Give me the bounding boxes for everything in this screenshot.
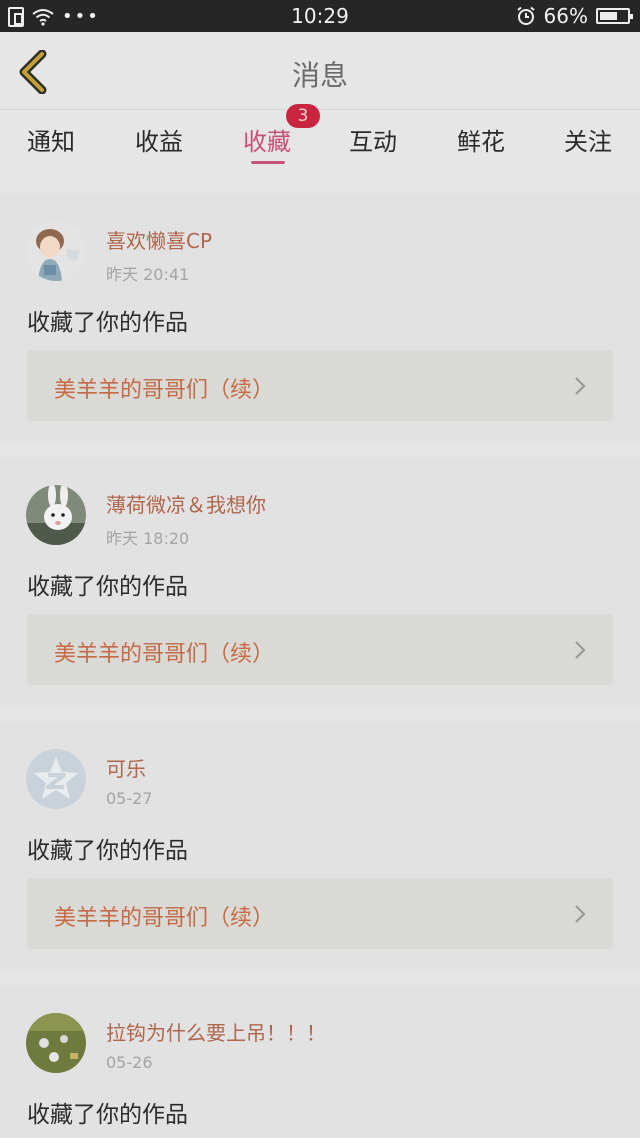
- battery-percent: 66%: [543, 4, 588, 28]
- chevron-right-icon: [575, 377, 586, 395]
- work-title: 美羊羊的哥哥们（续）: [54, 906, 275, 931]
- tab-interactions[interactable]: 互动: [349, 122, 397, 157]
- avatar[interactable]: [26, 1013, 86, 1073]
- username[interactable]: 薄荷微凉＆我想你: [106, 489, 266, 518]
- tab-bar: 通知 收益 收藏 互动 鲜花 关注: [0, 110, 640, 176]
- timestamp: 05-26: [106, 1053, 153, 1072]
- work-title: 美羊羊的哥哥们（续）: [54, 642, 275, 667]
- status-bar: ••• 10:29 66%: [0, 0, 640, 32]
- favorites-count-badge: 3: [286, 104, 320, 128]
- page-title: 消息: [291, 59, 348, 92]
- avatar[interactable]: [26, 749, 86, 809]
- timestamp: 昨天 18:20: [106, 529, 190, 548]
- action-text: 收藏了你的作品: [27, 1102, 188, 1128]
- message-card: 拉钩为什么要上吊！！！ 05-26 收藏了你的作品: [0, 985, 640, 1138]
- work-title: 美羊羊的哥哥们（续）: [54, 378, 275, 403]
- nav-bar: 消息: [0, 32, 640, 110]
- active-tab-indicator: [251, 161, 285, 164]
- username[interactable]: 喜欢懒喜CP: [106, 225, 212, 254]
- timestamp: 昨天 20:41: [106, 265, 190, 284]
- chevron-right-icon: [575, 641, 586, 659]
- game-scene-avatar: [26, 1013, 86, 1073]
- message-card: 喜欢懒喜CP 昨天 20:41 收藏了你的作品 美羊羊的哥哥们（续）: [0, 193, 640, 441]
- battery-icon: [596, 8, 633, 24]
- work-link[interactable]: 美羊羊的哥哥们（续）: [27, 350, 613, 421]
- chevron-right-icon: [575, 905, 586, 923]
- tab-notifications[interactable]: 通知: [27, 122, 75, 157]
- battery-fill: [600, 12, 618, 20]
- anime-character-avatar: [26, 221, 86, 281]
- message-card: 薄荷微凉＆我想你 昨天 18:20 收藏了你的作品 美羊羊的哥哥们（续）: [0, 457, 640, 705]
- work-link[interactable]: 美羊羊的哥哥们（续）: [27, 878, 613, 949]
- tab-flowers[interactable]: 鲜花: [457, 122, 505, 157]
- alarm-icon: [516, 6, 535, 25]
- tab-earnings[interactable]: 收益: [135, 122, 183, 157]
- username[interactable]: 可乐: [106, 753, 146, 782]
- username[interactable]: 拉钩为什么要上吊！！！: [106, 1017, 326, 1046]
- action-text: 收藏了你的作品: [27, 574, 188, 600]
- timestamp: 05-27: [106, 789, 153, 808]
- tab-follows[interactable]: 关注: [564, 122, 612, 157]
- avatar[interactable]: [26, 221, 86, 281]
- bunny-avatar: [26, 485, 86, 545]
- avatar[interactable]: [26, 485, 86, 545]
- work-link[interactable]: 美羊羊的哥哥们（续）: [27, 614, 613, 685]
- action-text: 收藏了你的作品: [27, 838, 188, 864]
- action-text: 收藏了你的作品: [27, 310, 188, 336]
- default-star-avatar: [26, 749, 86, 809]
- tab-favorites[interactable]: 收藏: [243, 122, 291, 157]
- message-card: 可乐 05-27 收藏了你的作品 美羊羊的哥哥们（续）: [0, 721, 640, 969]
- status-right-icons: 66%: [516, 4, 633, 28]
